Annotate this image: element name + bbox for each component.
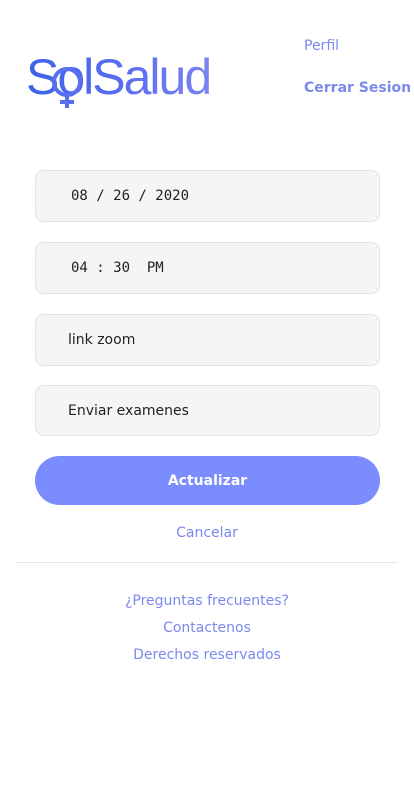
nav-logout-link[interactable]: Cerrar Sesion [304,80,411,96]
nav-profile-link[interactable]: Perfil [304,38,339,54]
contact-link[interactable]: Contactenos [0,620,414,636]
exams-value: Enviar examenes [68,402,189,419]
update-button[interactable]: Actualizar [35,456,380,505]
exams-input[interactable]: Enviar examenes [35,385,380,436]
zoom-link-value: link zoom [68,332,136,348]
footer-divider [16,562,398,563]
venus-symbol-icon [52,67,82,108]
cancel-link[interactable]: Cancelar [0,525,414,541]
date-input[interactable]: 08 / 26 / 2020 [35,170,380,222]
faq-link[interactable]: ¿Preguntas frecuentes? [0,593,414,609]
rights-link[interactable]: Derechos reservados [0,647,414,663]
date-value: 08 / 26 / 2020 [71,188,190,204]
zoom-link-input[interactable]: link zoom [35,314,380,366]
time-value: 04 : 30 PM [71,260,164,276]
time-input[interactable]: 04 : 30 PM [35,242,380,294]
